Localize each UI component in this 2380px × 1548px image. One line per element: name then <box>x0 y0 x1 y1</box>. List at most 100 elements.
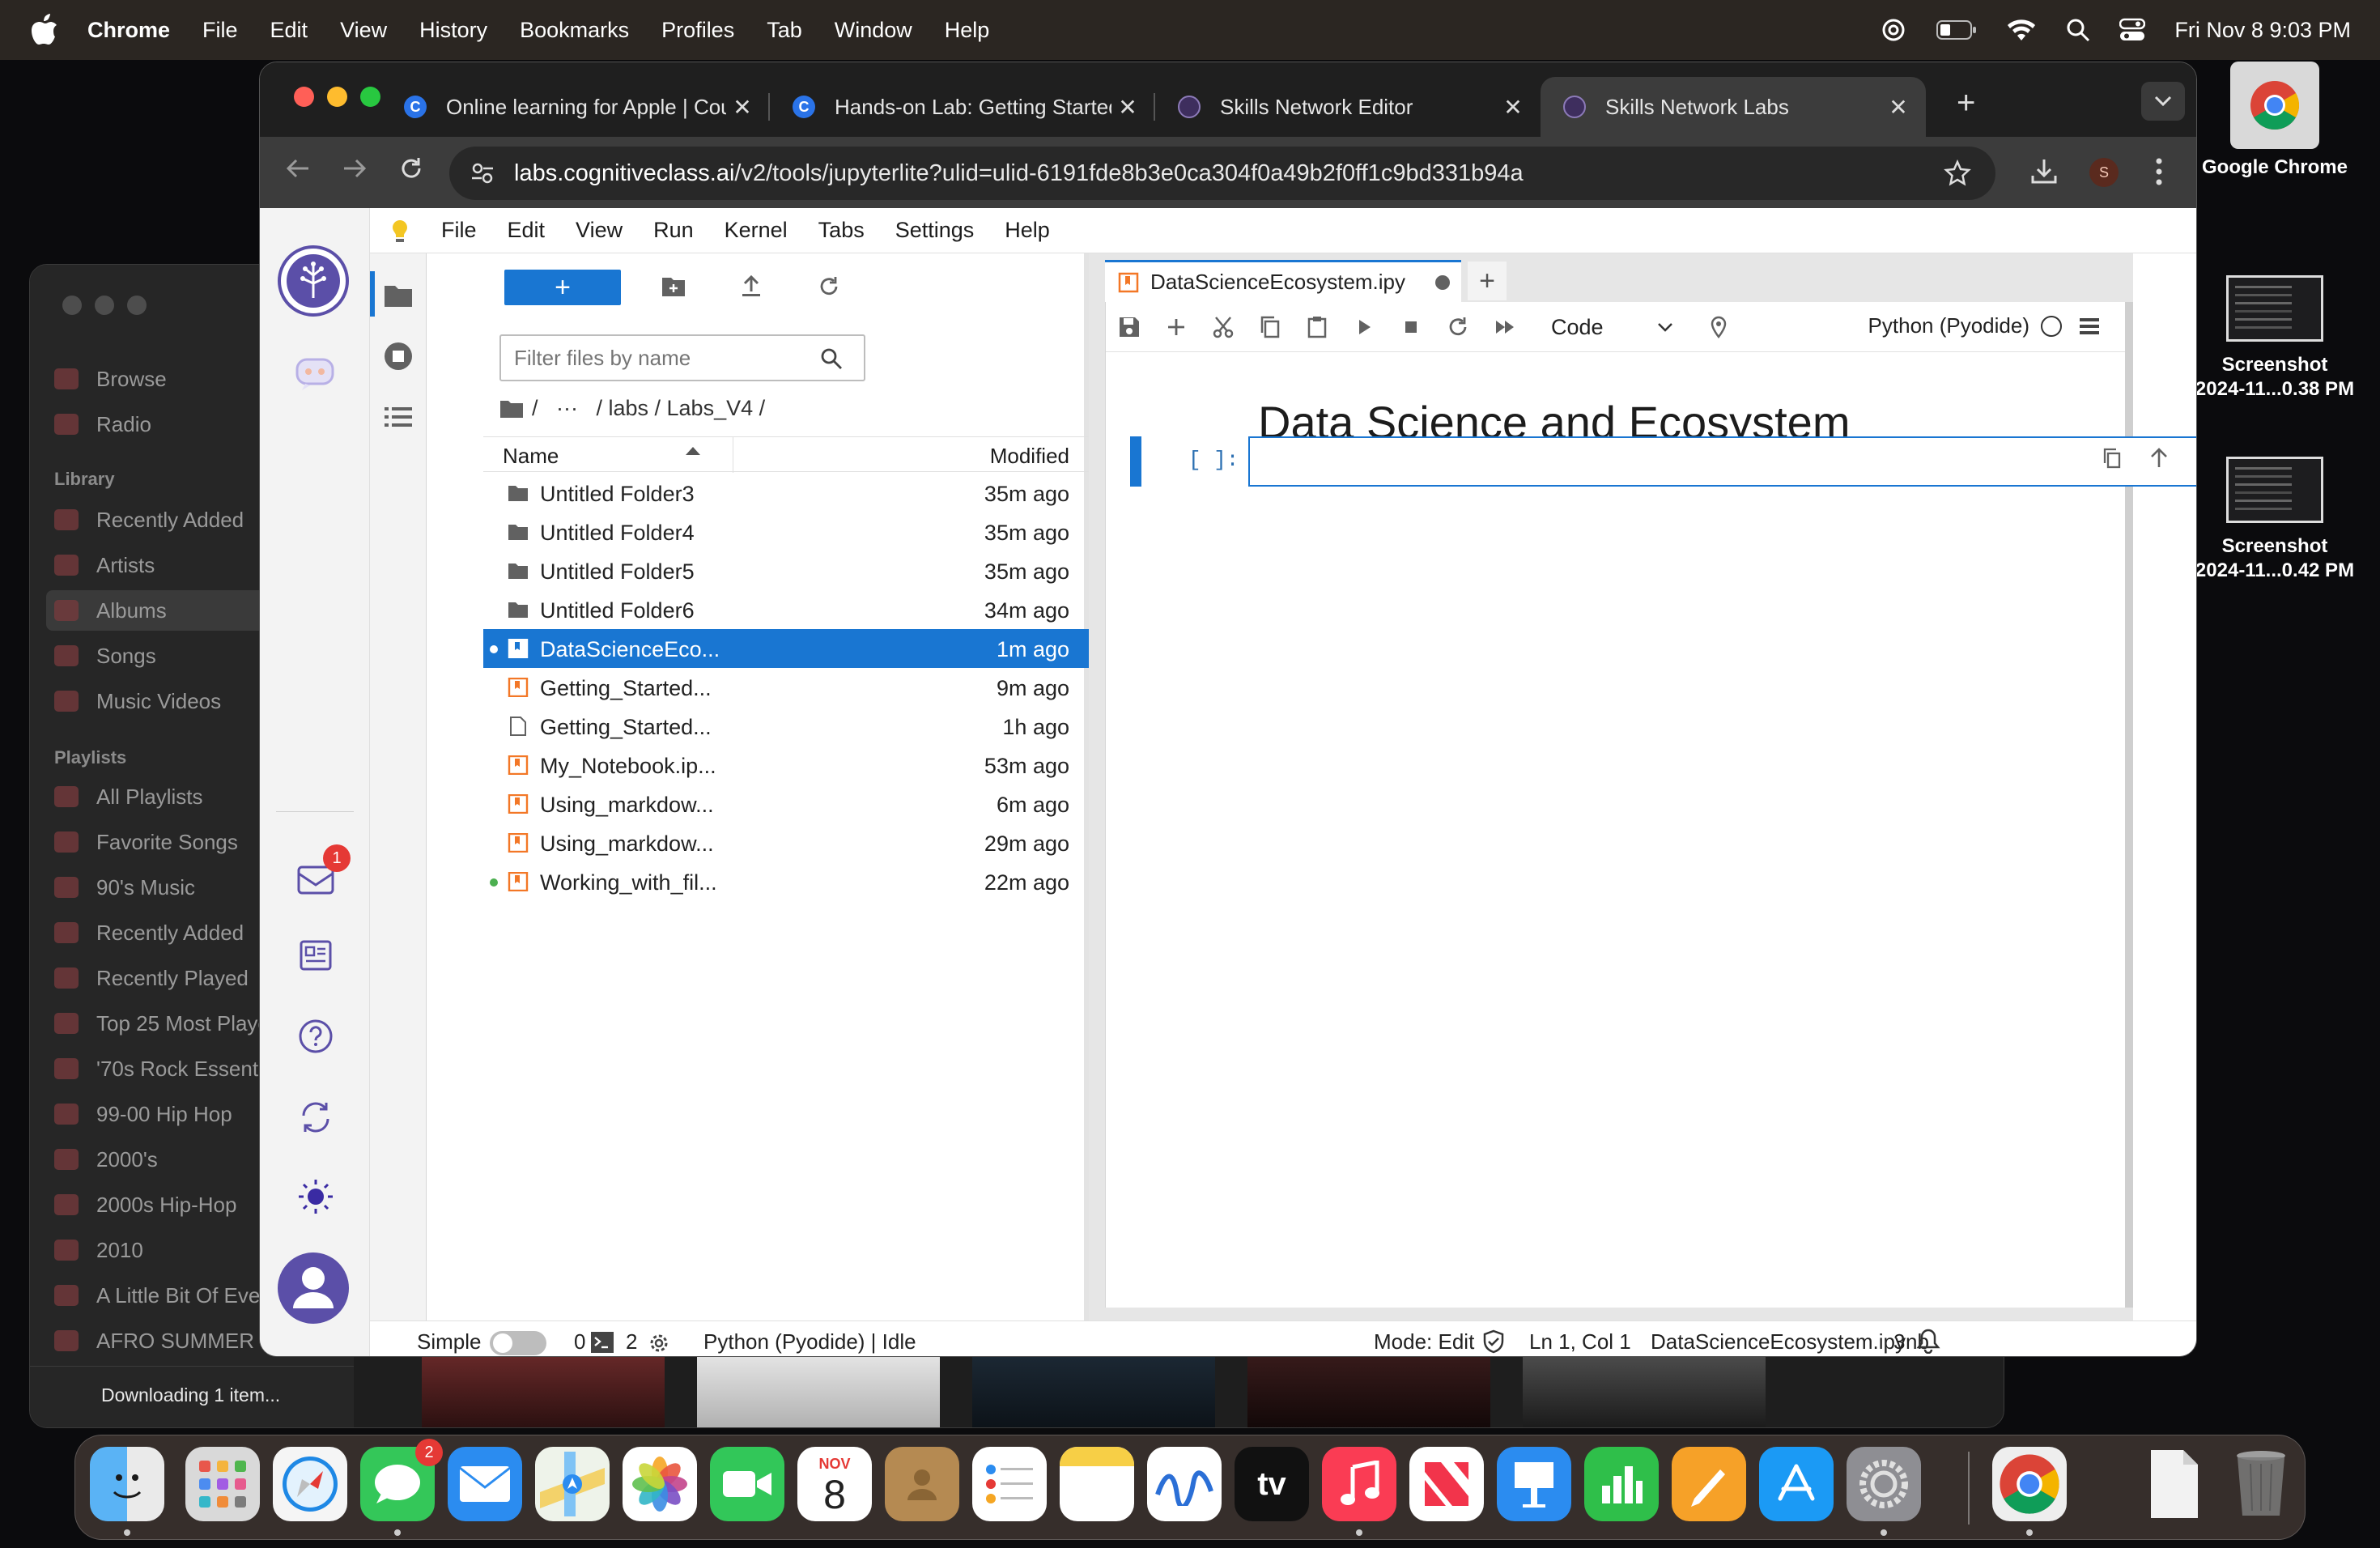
desktop-screenshot-2[interactable]: Screenshot 2024-11...0.42 PM <box>2186 457 2364 583</box>
safari-icon[interactable] <box>273 1447 347 1521</box>
cell-input-editor[interactable] <box>1248 436 2196 487</box>
trash-icon[interactable] <box>2224 1447 2298 1521</box>
contacts-icon[interactable] <box>885 1447 959 1521</box>
jupyter-menu-view[interactable]: View <box>576 218 623 243</box>
app-store-icon[interactable] <box>1759 1447 1834 1521</box>
zoom-button[interactable] <box>360 87 380 107</box>
chrome-icon[interactable] <box>1992 1447 2067 1521</box>
ai-assistant-button[interactable] <box>289 346 342 399</box>
jupyter-menu-run[interactable]: Run <box>653 218 694 243</box>
wifi-icon[interactable] <box>2006 18 2037 42</box>
menu-history[interactable]: History <box>419 18 487 43</box>
album-cover[interactable] <box>1523 1350 1766 1427</box>
skills-network-logo[interactable] <box>273 240 354 321</box>
mail-icon[interactable] <box>448 1447 522 1521</box>
cell-type-select[interactable]: Code <box>1545 310 1682 344</box>
back-button[interactable] <box>284 155 312 189</box>
minimize-button[interactable] <box>327 87 347 107</box>
jupyterlite-logo-icon[interactable] <box>389 218 410 244</box>
file-row[interactable]: Using_markdow... 6m ago <box>483 785 1089 823</box>
file-row[interactable]: Getting_Started... 1h ago <box>483 707 1089 746</box>
new-folder-icon[interactable] <box>661 274 686 299</box>
jupyter-menu-tabs[interactable]: Tabs <box>818 218 865 243</box>
home-folder-icon[interactable] <box>499 398 524 419</box>
browser-tab[interactable]: C Hands-on Lab: Getting Started ✕ <box>770 77 1155 137</box>
apple-tv-icon[interactable]: tv <box>1235 1447 1309 1521</box>
editor-mode[interactable]: Mode: Edit <box>1374 1329 1474 1354</box>
theme-toggle-button[interactable] <box>289 1170 342 1223</box>
tab-close-icon[interactable]: ✕ <box>1111 94 1144 121</box>
menu-bookmarks[interactable]: Bookmarks <box>520 18 629 43</box>
help-button[interactable] <box>289 1010 342 1063</box>
control-center-icon[interactable] <box>2119 18 2146 42</box>
album-cover[interactable] <box>697 1350 940 1427</box>
tab-close-icon[interactable]: ✕ <box>1497 94 1529 121</box>
paste-icon[interactable] <box>1305 315 1329 339</box>
run-icon[interactable] <box>1352 315 1376 339</box>
menu-profiles[interactable]: Profiles <box>661 18 734 43</box>
menu-app-name[interactable]: Chrome <box>87 18 170 43</box>
numbers-icon[interactable] <box>1584 1447 1659 1521</box>
minimize-dot[interactable] <box>95 296 114 315</box>
browser-tab-active[interactable]: Skills Network Labs ✕ <box>1541 77 1926 137</box>
add-cell-icon[interactable] <box>1164 315 1188 339</box>
close-button[interactable] <box>294 87 314 107</box>
table-of-contents-tab[interactable] <box>383 404 414 434</box>
new-tab-button[interactable]: + <box>1957 85 1975 121</box>
freeform-icon[interactable] <box>1147 1447 1222 1521</box>
pin-icon[interactable] <box>1706 315 1731 339</box>
file-filter-input[interactable] <box>514 345 805 371</box>
file-browser-tab[interactable] <box>383 283 414 313</box>
address-bar[interactable]: labs.cognitiveclass.ai/v2/tools/jupyterl… <box>449 147 1995 200</box>
new-launcher-button[interactable]: + <box>504 270 621 305</box>
file-row[interactable]: Working_with_fil... 22m ago <box>483 862 1089 901</box>
system-settings-icon[interactable] <box>1847 1447 1921 1521</box>
move-down-icon[interactable] <box>2194 446 2196 470</box>
file-row[interactable]: Untitled Folder6 34m ago <box>483 590 1089 629</box>
desktop-chrome-disk[interactable]: Google Chrome <box>2186 62 2364 180</box>
album-cover[interactable] <box>972 1350 1215 1427</box>
bookmark-star-icon[interactable] <box>1944 159 1971 187</box>
tab-close-icon[interactable]: ✕ <box>726 94 759 121</box>
running-kernels-tab[interactable] <box>383 341 414 376</box>
kernel-indicator[interactable]: Python (Pyodide) <box>1868 313 2101 338</box>
browser-tab[interactable]: C Online learning for Apple | Coursera ✕ <box>381 77 770 137</box>
profile-avatar[interactable]: S <box>2089 158 2119 187</box>
openai-status-icon[interactable] <box>1880 16 1907 44</box>
menu-edit[interactable]: Edit <box>270 18 308 43</box>
unsaved-indicator-icon[interactable] <box>1435 275 1450 290</box>
file-row[interactable]: Using_markdow... 29m ago <box>483 823 1089 862</box>
notes-icon[interactable] <box>1060 1447 1134 1521</box>
duplicate-cell-icon[interactable] <box>2100 446 2124 470</box>
shield-check-icon[interactable] <box>1482 1329 1505 1356</box>
apple-menu-icon[interactable] <box>31 14 58 46</box>
downloads-button[interactable] <box>2029 156 2059 189</box>
jupyter-menu-file[interactable]: File <box>441 218 477 243</box>
cursor-position[interactable]: Ln 1, Col 1 <box>1529 1329 1631 1354</box>
stop-icon[interactable] <box>1399 315 1423 339</box>
chrome-menu-button[interactable] <box>2154 156 2164 191</box>
tab-close-icon[interactable]: ✕ <box>1882 94 1915 121</box>
move-up-icon[interactable] <box>2147 446 2171 470</box>
close-dot[interactable] <box>62 296 82 315</box>
file-filter-box[interactable] <box>499 334 865 381</box>
menu-file[interactable]: File <box>202 18 238 43</box>
fast-forward-icon[interactable] <box>1493 315 1517 339</box>
file-row[interactable]: DataScienceEco... 1m ago <box>483 629 1089 668</box>
code-cell[interactable]: [ ]: <box>1130 436 2196 487</box>
jupyter-menu-settings[interactable]: Settings <box>895 218 975 243</box>
music-icon[interactable] <box>1322 1447 1396 1521</box>
forward-button[interactable] <box>341 155 368 189</box>
pages-icon[interactable] <box>1672 1447 1746 1521</box>
breadcrumb-path[interactable]: / ··· / labs / Labs_V4 / <box>532 396 765 421</box>
file-row[interactable]: Untitled Folder3 35m ago <box>483 474 1089 512</box>
file-row[interactable]: Untitled Folder4 35m ago <box>483 512 1089 551</box>
terminal-count[interactable]: 0 <box>574 1329 585 1354</box>
photos-icon[interactable] <box>623 1447 697 1521</box>
kernel-status[interactable]: Python (Pyodide) | Idle <box>703 1329 916 1354</box>
desktop-screenshot-1[interactable]: Screenshot 2024-11...0.38 PM <box>2186 275 2364 402</box>
column-name-header[interactable]: Name <box>503 444 559 469</box>
jupyter-menu-edit[interactable]: Edit <box>508 218 546 243</box>
browser-tab[interactable]: Skills Network Editor ✕ <box>1155 77 1541 137</box>
upload-icon[interactable] <box>739 274 763 299</box>
